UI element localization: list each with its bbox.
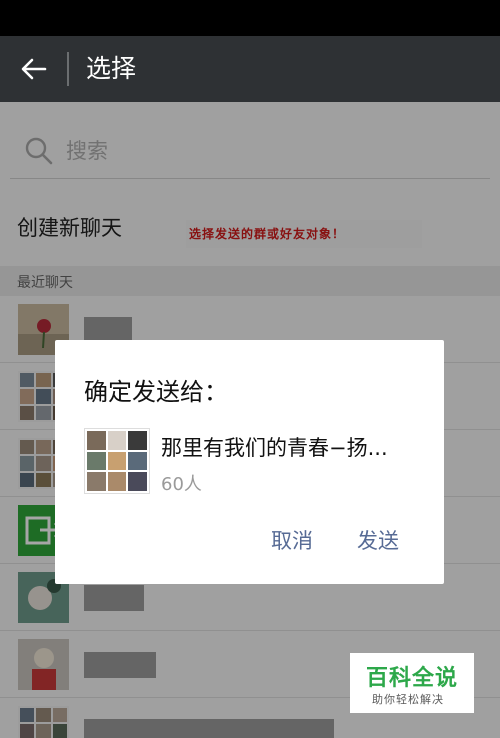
cancel-button[interactable]: 取消 (252, 524, 332, 558)
page-title: 选择 (86, 54, 137, 83)
status-bar (0, 0, 500, 36)
top-bar: 选择 (0, 36, 500, 102)
member-count: 60人 (161, 474, 202, 495)
watermark-logo: 百科全说 助你轻松解决 (350, 653, 474, 713)
watermark-main-text: 百科全说 (366, 666, 459, 691)
back-arrow-icon[interactable] (18, 54, 48, 84)
group-name: 那里有我们的青春−扬... (161, 436, 388, 460)
group-avatar (84, 428, 150, 494)
top-bar-divider (67, 52, 69, 86)
send-button[interactable]: 发送 (342, 524, 414, 558)
watermark-sub-text: 助你轻松解决 (372, 693, 444, 706)
dialog-title: 确定发送给： (84, 378, 228, 406)
send-confirm-dialog: 确定发送给： 那里有我们的青春−扬... 60人 取消 发送 (55, 340, 444, 584)
